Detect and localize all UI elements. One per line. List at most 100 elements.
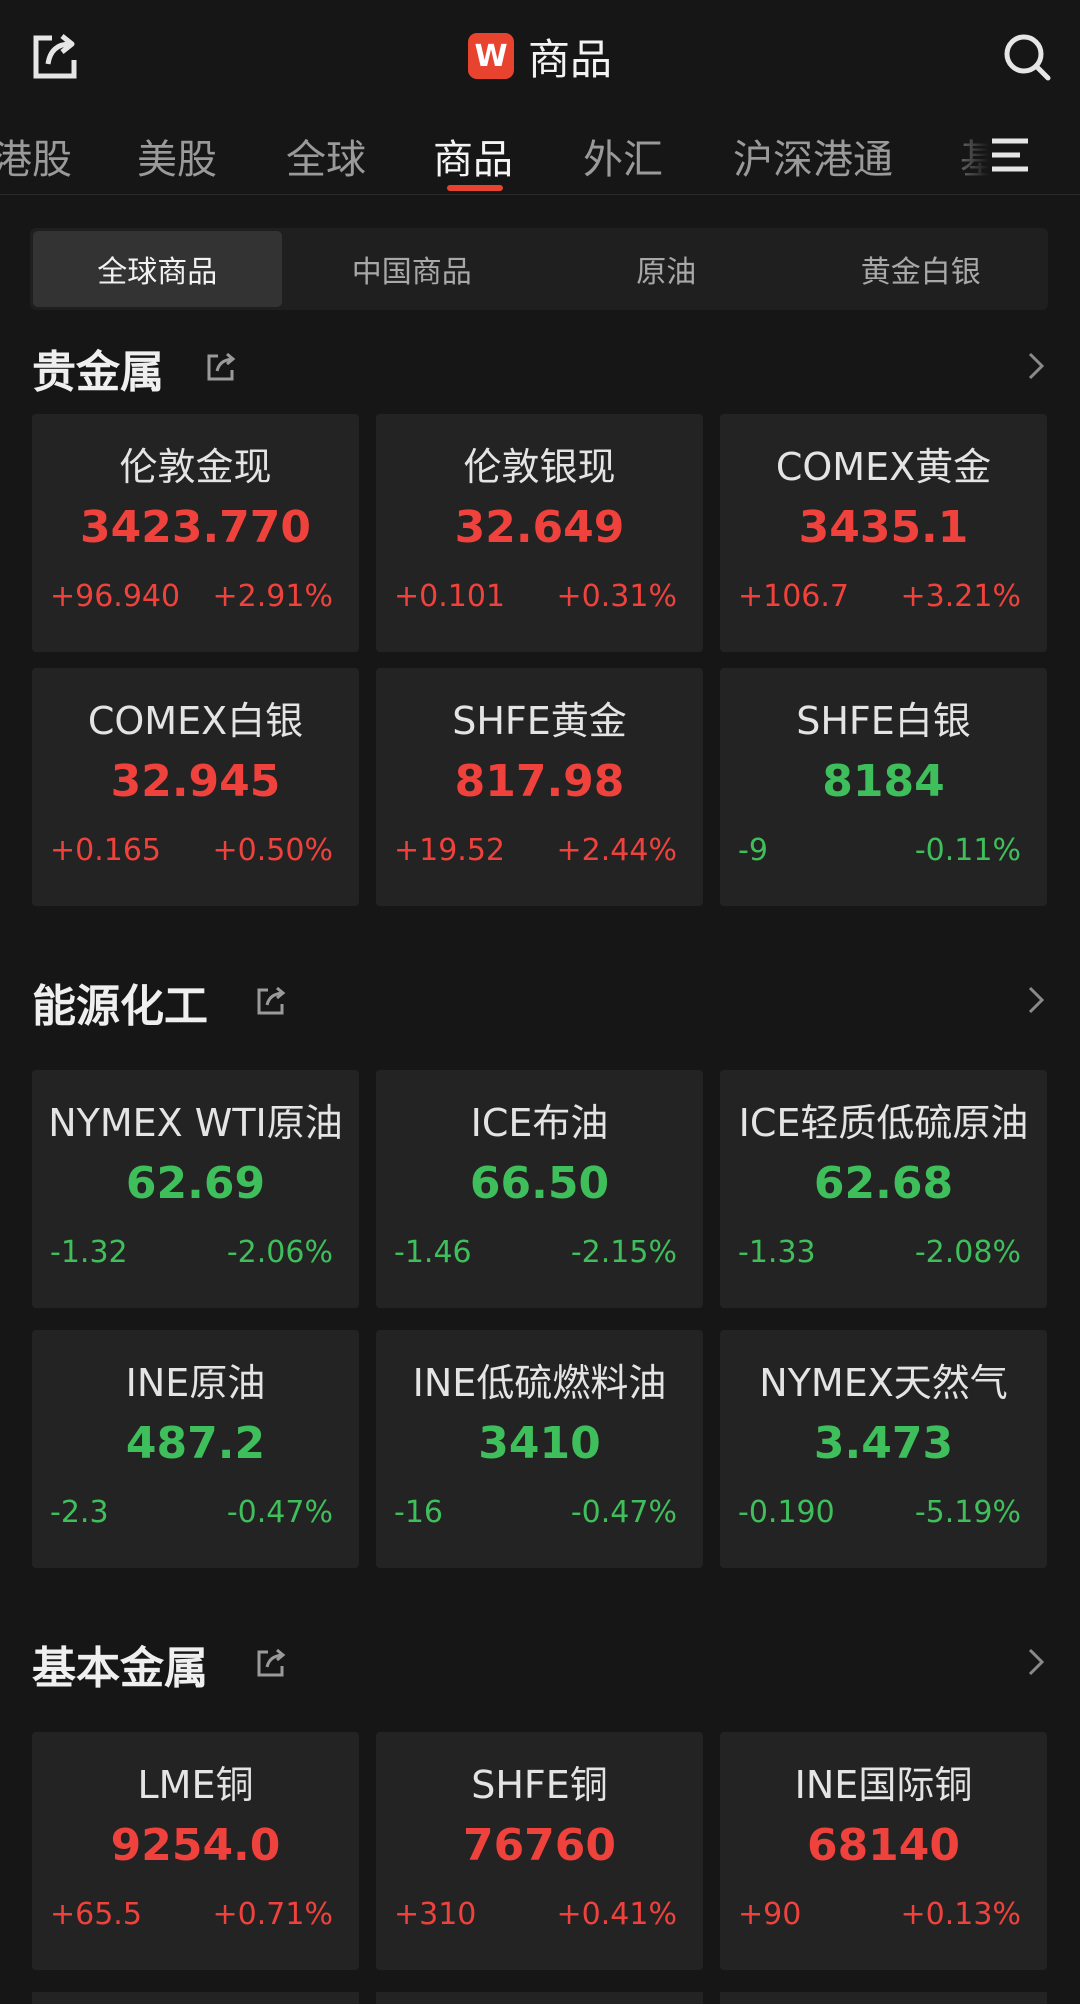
commodity-card-partial[interactable] [376,1992,703,2004]
commodity-price: 3423.770 [79,502,312,553]
commodity-name: 伦敦银现 [463,445,616,489]
commodity-card-partial[interactable] [720,1992,1047,2004]
commodity-name: SHFE铜 [471,1763,608,1807]
segment-china-commodities[interactable]: 中国商品 [288,231,537,307]
section-header-energy-chemicals[interactable]: 能源化工 [32,962,1050,1032]
section-title: 能源化工 [32,981,208,1032]
commodity-price: 76760 [462,1820,617,1871]
chevron-right-icon [1028,1648,1045,1676]
commodity-card-partial[interactable] [32,1992,359,2004]
commodity-change: +0.101 [394,579,506,614]
commodity-price: 62.69 [125,1158,266,1209]
segment-gold-silver[interactable]: 黄金白银 [797,231,1046,307]
commodity-change: -2.3 [50,1495,109,1530]
external-link-icon [257,1648,286,1677]
commodity-card[interactable]: INE国际铜 68140 +90 +0.13% [720,1732,1047,1970]
segment-global-commodities[interactable]: 全球商品 [33,231,282,307]
commodity-change: +96.940 [50,579,181,614]
commodity-change-percent: +3.21% [900,579,1021,614]
chevron-right-icon [1028,352,1045,380]
commodity-name: SHFE白银 [796,699,971,743]
commodity-price: 62.68 [813,1158,954,1209]
commodity-name: INE国际铜 [794,1763,973,1807]
commodity-change-percent: +0.13% [900,1897,1021,1932]
section-title: 基本金属 [32,1643,208,1694]
commodity-card[interactable]: INE低硫燃料油 3410 -16 -0.47% [376,1330,703,1568]
commodity-price: 68140 [806,1820,961,1871]
commodity-price: 8184 [822,756,945,807]
external-link-icon [257,986,286,1015]
commodity-change-percent: +0.71% [212,1897,333,1932]
menu-icon[interactable] [988,133,1040,177]
commodity-name: INE低硫燃料油 [412,1361,667,1405]
search-icon[interactable] [1000,30,1054,84]
commodity-change-percent: -5.19% [914,1495,1021,1530]
commodity-name: SHFE黄金 [452,699,627,743]
tab-global[interactable]: 全球 [286,127,366,185]
commodity-price: 487.2 [125,1418,266,1469]
commodity-change: -16 [394,1495,443,1530]
commodity-change: +0.165 [50,833,162,868]
commodity-change-percent: -0.47% [570,1495,677,1530]
chevron-right-icon [1028,986,1045,1014]
commodity-change-percent: +0.31% [556,579,677,614]
section-header-base-metals[interactable]: 基本金属 [32,1624,1050,1694]
commodity-price: 817.98 [454,756,625,807]
commodity-card[interactable]: COMEX黄金 3435.1 +106.7 +3.21% [720,414,1047,652]
market-tabs: 港股 美股 全球 商品 外汇 沪深港通 基 [0,115,1080,195]
commodity-price: 3.473 [813,1418,954,1469]
commodity-price: 3435.1 [798,502,969,553]
commodity-name: COMEX白银 [87,699,304,743]
tab-hk-stocks[interactable]: 港股 [0,127,72,185]
commodity-name: 伦敦金现 [119,445,272,489]
segment-crude-oil[interactable]: 原油 [542,231,791,307]
commodity-card[interactable]: COMEX白银 32.945 +0.165 +0.50% [32,668,359,906]
commodity-change-percent: +0.50% [212,833,333,868]
commodity-change: -0.190 [738,1495,835,1530]
tab-connect[interactable]: 沪深港通 [733,127,893,185]
commodity-card[interactable]: INE原油 487.2 -2.3 -0.47% [32,1330,359,1568]
commodity-change: -1.32 [50,1235,128,1270]
section-title: 贵金属 [32,347,164,398]
commodity-name: INE原油 [125,1361,266,1405]
commodity-change-percent: +2.44% [556,833,677,868]
commodity-price: 66.50 [469,1158,610,1209]
commodity-card[interactable]: SHFE铜 76760 +310 +0.41% [376,1732,703,1970]
external-link-icon [207,352,236,381]
commodity-card[interactable]: ICE布油 66.50 -1.46 -2.15% [376,1070,703,1308]
commodity-change-percent: -2.15% [570,1235,677,1270]
commodity-name: ICE布油 [470,1101,609,1145]
commodity-name: ICE轻质低硫原油 [738,1101,1029,1145]
commodity-card[interactable]: SHFE白银 8184 -9 -0.11% [720,668,1047,906]
commodity-change: +106.7 [738,579,850,614]
commodity-change: +90 [738,1897,802,1932]
commodity-card[interactable]: SHFE黄金 817.98 +19.52 +2.44% [376,668,703,906]
commodity-change-percent: -2.06% [226,1235,333,1270]
commodity-card[interactable]: 伦敦银现 32.649 +0.101 +0.31% [376,414,703,652]
commodity-change: +310 [394,1897,477,1932]
commodity-name: NYMEX WTI原油 [48,1101,343,1145]
commodity-change-percent: +0.41% [556,1897,677,1932]
commodity-price: 32.649 [454,502,625,553]
tab-forex[interactable]: 外汇 [583,127,663,185]
commodity-name: NYMEX天然气 [759,1361,1008,1405]
commodity-card[interactable]: NYMEX WTI原油 62.69 -1.32 -2.06% [32,1070,359,1308]
commodity-card[interactable]: ICE轻质低硫原油 62.68 -1.33 -2.08% [720,1070,1047,1308]
commodity-price: 32.945 [110,756,281,807]
section-header-precious-metals[interactable]: 贵金属 [32,328,1050,398]
commodity-change-percent: -0.11% [914,833,1021,868]
commodity-change: -1.46 [394,1235,472,1270]
commodity-change: +65.5 [50,1897,142,1932]
commodity-change-percent: -0.47% [226,1495,333,1530]
commodity-card[interactable]: 伦敦金现 3423.770 +96.940 +2.91% [32,414,359,652]
commodity-change-percent: +2.91% [212,579,333,614]
commodity-change: +19.52 [394,833,506,868]
top-bar: W 商品 [0,0,1080,115]
app-logo: W [467,33,514,79]
tab-us-stocks[interactable]: 美股 [137,127,217,185]
commodity-name: LME铜 [137,1763,254,1807]
commodity-card[interactable]: LME铜 9254.0 +65.5 +0.71% [32,1732,359,1970]
commodity-change: -1.33 [738,1235,816,1270]
commodity-card[interactable]: NYMEX天然气 3.473 -0.190 -5.19% [720,1330,1047,1568]
tab-commodities[interactable]: 商品 [433,127,513,185]
